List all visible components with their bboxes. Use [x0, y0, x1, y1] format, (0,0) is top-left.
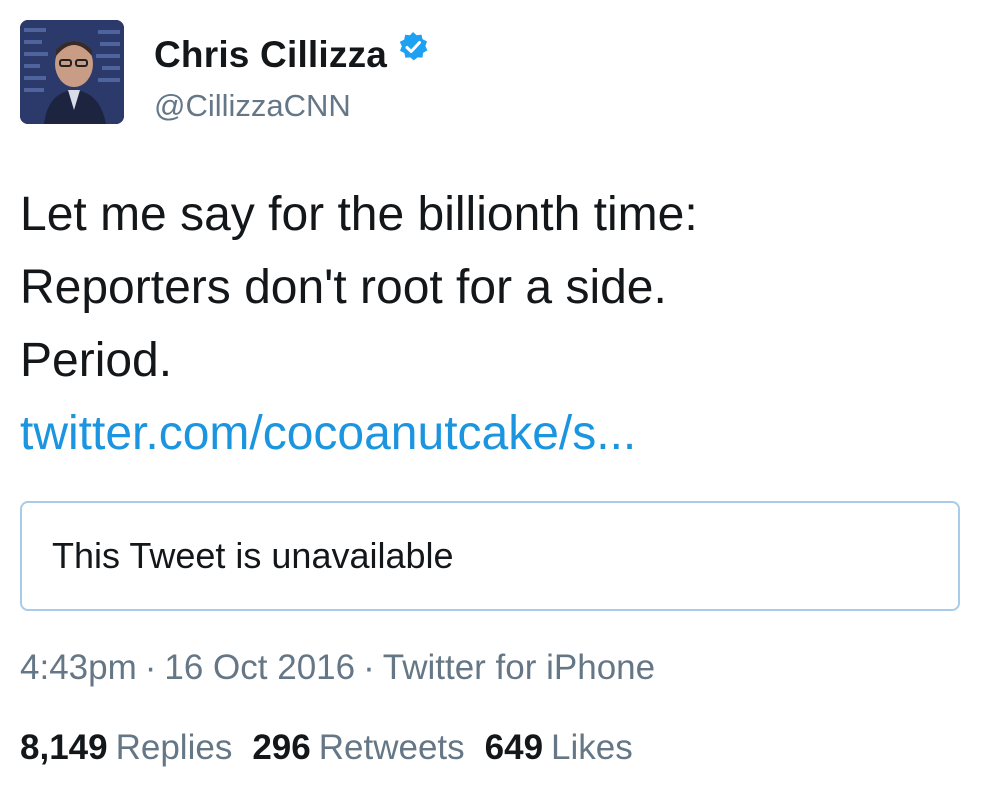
quoted-tweet-card[interactable]: This Tweet is unavailable [20, 501, 960, 611]
tweet-time[interactable]: 4:43pm [20, 648, 137, 687]
author-handle[interactable]: @CillizzaCNN [154, 88, 429, 124]
tweet-text-line: Reporters don't root for a side. [20, 261, 667, 314]
tweet-source[interactable]: Twitter for iPhone [383, 648, 655, 687]
likes-count[interactable]: 649 [485, 728, 543, 767]
meta-separator: · [144, 648, 157, 687]
meta-separator: · [363, 648, 375, 687]
tweet-text: Let me say for the billionth time: Repor… [20, 178, 970, 470]
quoted-tweet-unavailable-text: This Tweet is unavailable [52, 535, 454, 576]
name-row: Chris Cillizza [154, 31, 429, 76]
replies-count[interactable]: 8,149 [20, 728, 108, 767]
tweet-text-line: Let me say for the billionth time: [20, 188, 698, 241]
tweet-stats: 8,149 Replies 296 Retweets 649 Likes [20, 728, 653, 768]
tweet-link[interactable]: twitter.com/cocoanutcake/s... [20, 407, 636, 460]
tweet-date[interactable]: 16 Oct 2016 [164, 648, 355, 687]
avatar[interactable] [20, 20, 124, 124]
tweet-header: Chris Cillizza @CillizzaCNN [20, 20, 429, 130]
author-names: Chris Cillizza @CillizzaCNN [154, 20, 429, 124]
likes-label[interactable]: Likes [551, 728, 633, 767]
retweets-count[interactable]: 296 [252, 728, 310, 767]
verified-badge-icon [397, 31, 429, 63]
tweet-meta: 4:43pm · 16 Oct 2016 · Twitter for iPhone [20, 648, 655, 688]
tweet-text-line: Period. [20, 334, 173, 387]
avatar-image [20, 20, 124, 124]
display-name[interactable]: Chris Cillizza [154, 34, 387, 76]
replies-label[interactable]: Replies [116, 728, 233, 767]
retweets-label[interactable]: Retweets [319, 728, 465, 767]
